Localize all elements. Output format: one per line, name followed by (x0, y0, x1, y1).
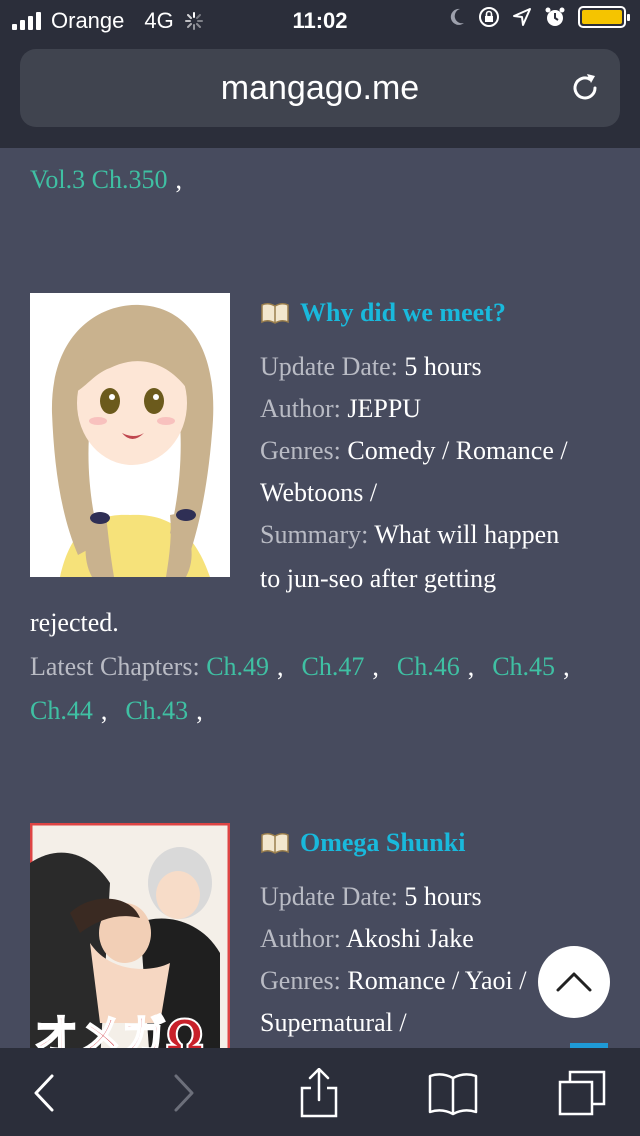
battery-icon (578, 6, 630, 28)
genres-row: Genres: Romance / Yaoi / (260, 960, 526, 1002)
separator: , (372, 652, 379, 681)
summary-row-wrap: rejected. (30, 602, 119, 644)
summary-text-2: to jun-seo after getting (260, 564, 497, 593)
genres-value-2[interactable]: Supernatural / (260, 1008, 407, 1037)
separator: , (563, 652, 570, 681)
address-bar[interactable]: mangago.me (20, 49, 620, 127)
chapter-link[interactable]: Ch.45 (492, 652, 555, 681)
summary-label: Summary: (260, 520, 369, 549)
update-value: 5 hours (404, 882, 482, 911)
genres-value[interactable]: Comedy / Romance / (347, 436, 567, 465)
genres-row-continued: Supernatural / (260, 1002, 407, 1044)
chapter-link[interactable]: Ch.49 (206, 652, 269, 681)
manga-title[interactable]: Why did we meet? (300, 298, 506, 328)
summary-text-3: rejected. (30, 608, 119, 637)
author-label: Author: (260, 394, 341, 423)
tabs-icon[interactable] (558, 1068, 608, 1118)
chapter-link[interactable]: Ch.43 (125, 696, 188, 725)
update-date-row: Update Date: 5 hours (260, 876, 482, 918)
genres-label: Genres: (260, 966, 341, 995)
alarm-icon (545, 7, 565, 26)
summary-row: Summary: What will happen (260, 514, 559, 556)
chapter-link[interactable]: Ch.47 (302, 652, 365, 681)
manga-cover-omega-shunki[interactable]: オメガΩ (30, 823, 230, 1048)
manga-title-row[interactable]: Omega Shunki (260, 828, 465, 858)
status-right (448, 6, 630, 28)
reload-icon[interactable] (568, 71, 602, 105)
cover-title-text: オメガΩ (34, 1011, 203, 1048)
latest-chapters-label: Latest Chapters: (30, 652, 200, 681)
genres-row-continued: Webtoons / (260, 472, 377, 514)
summary-row-continued: to jun-seo after getting (260, 558, 496, 600)
forward-icon[interactable] (158, 1068, 208, 1118)
browser-toolbar (0, 1048, 640, 1136)
genres-label: Genres: (260, 436, 341, 465)
moon-icon (450, 8, 464, 25)
manga-cover-why-did-we-meet[interactable] (30, 293, 230, 577)
scroll-to-top-button[interactable] (538, 946, 610, 1018)
separator: , (196, 696, 203, 725)
chapter-link[interactable]: Vol.3 Ch.350 (30, 165, 168, 194)
separator: , (277, 652, 284, 681)
author-row: Author: Akoshi Jake (260, 918, 474, 960)
location-icon (513, 8, 531, 26)
chapter-link[interactable]: Ch.46 (397, 652, 460, 681)
manga-title-row[interactable]: Why did we meet? (260, 298, 506, 328)
update-label: Update Date: (260, 352, 398, 381)
separator: , (100, 696, 108, 725)
url-text[interactable]: mangago.me (20, 69, 620, 108)
status-bar: Orange 4G 11:02 (0, 0, 640, 40)
separator: , (175, 165, 183, 194)
genres-row: Genres: Comedy / Romance / (260, 430, 568, 472)
author-label: Author: (260, 924, 341, 953)
author-value[interactable]: Akoshi Jake (346, 924, 474, 953)
latest-chapters-row: Latest Chapters: Ch.49, Ch.47, Ch.46, Ch.45… (30, 646, 570, 688)
separator: , (467, 652, 475, 681)
genres-value-2[interactable]: Webtoons / (260, 478, 377, 507)
update-date-row: Update Date: 5 hours (260, 346, 482, 388)
book-icon (261, 302, 289, 324)
page-content: Vol.3 Ch.350, Why did we meet? Update Da… (0, 148, 640, 1048)
back-icon[interactable] (20, 1068, 70, 1118)
share-icon[interactable] (294, 1068, 344, 1118)
book-icon (261, 832, 289, 854)
genres-value[interactable]: Romance / Yaoi / (347, 966, 526, 995)
rotation-lock-icon (479, 7, 499, 27)
author-value[interactable]: JEPPU (347, 394, 421, 423)
browser-header: mangago.me (0, 40, 640, 148)
partial-chapter-list: Vol.3 Ch.350, (30, 166, 182, 194)
latest-chapters-row-continued: Ch.44, Ch.43, (30, 690, 203, 732)
bookmarks-icon[interactable] (428, 1068, 478, 1118)
summary-text-1: What will happen (374, 520, 560, 549)
chevron-up-icon (556, 972, 592, 992)
update-label: Update Date: (260, 882, 398, 911)
manga-title[interactable]: Omega Shunki (300, 828, 465, 858)
update-value: 5 hours (404, 352, 482, 381)
author-row: Author: JEPPU (260, 388, 421, 430)
chapter-link[interactable]: Ch.44 (30, 696, 93, 725)
